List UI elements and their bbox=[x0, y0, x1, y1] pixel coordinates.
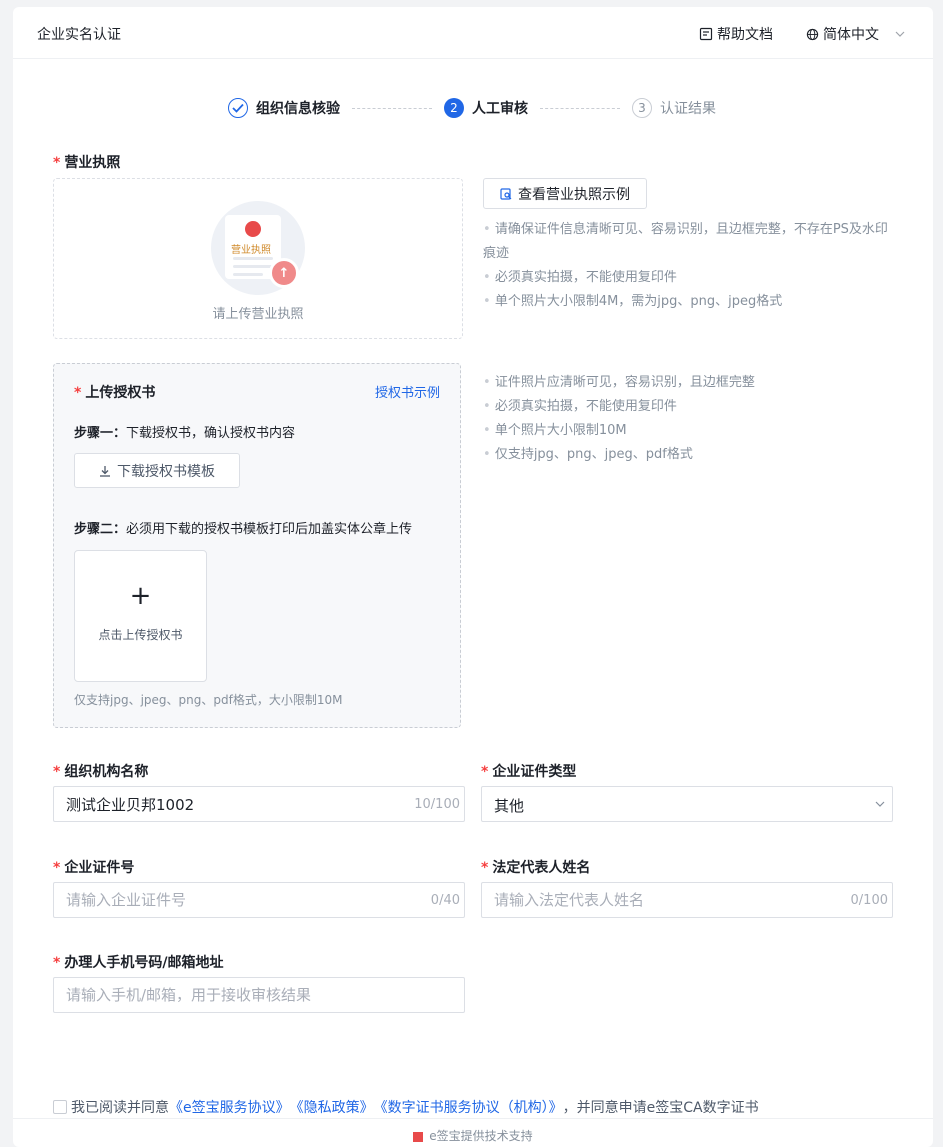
step-connector bbox=[540, 107, 620, 109]
step-label: 组织信息核验 bbox=[256, 101, 340, 117]
tip-item: 证件照片应清晰可见，容易识别，且边框完整 bbox=[483, 371, 893, 395]
step-manual-review: 2 人工审核 bbox=[444, 98, 528, 118]
page-header: 企业实名认证 帮助文档 简体中文 bbox=[13, 7, 933, 59]
chevron-down-icon bbox=[875, 801, 885, 807]
step-label: 人工审核 bbox=[472, 101, 528, 117]
authorization-upload-area[interactable]: + 点击上传授权书 bbox=[74, 550, 207, 682]
language-label: 简体中文 bbox=[823, 27, 879, 43]
privacy-policy-link[interactable]: 《隐私政策》 bbox=[290, 1097, 374, 1117]
agreement-row: 我已阅读并同意 《e签宝服务协议》 《隐私政策》 《数字证书服务协议（机构）》 … bbox=[53, 1097, 759, 1117]
tip-item: 必须真实拍摄，不能使用复印件 bbox=[483, 266, 893, 290]
authorization-tips: 证件照片应清晰可见，容易识别，且边框完整 必须真实拍摄，不能使用复印件 单个照片… bbox=[483, 371, 893, 467]
authorization-step2: 步骤二：必须用下载的授权书模板打印后加盖实体公章上传 bbox=[74, 522, 413, 537]
step-result: 3 认证结果 bbox=[632, 98, 716, 118]
document-icon bbox=[699, 27, 713, 41]
step-number: 2 bbox=[444, 98, 464, 118]
legal-rep-label: * 法定代表人姓名 bbox=[481, 860, 591, 876]
cert-type-value: 其他 bbox=[494, 797, 525, 815]
view-license-example-label: 查看营业执照示例 bbox=[518, 186, 630, 203]
page-title: 企业实名认证 bbox=[37, 27, 121, 43]
tip-item: 单个照片大小限制10M bbox=[483, 419, 893, 443]
chevron-down-icon bbox=[895, 31, 905, 37]
cert-type-label: * 企业证件类型 bbox=[481, 764, 577, 780]
legal-rep-input[interactable] bbox=[482, 883, 892, 917]
upload-cloud-icon: ↑ bbox=[269, 258, 299, 288]
cert-no-label: * 企业证件号 bbox=[53, 860, 135, 876]
esign-logo-icon bbox=[413, 1131, 424, 1142]
authorization-format-note: 仅支持jpg、jpeg、png、pdf格式，大小限制10M bbox=[74, 693, 343, 707]
step-org-verify: 组织信息核验 bbox=[228, 98, 340, 118]
tip-item: 请确保证件信息清晰可见、容易识别，且边框完整，不存在PS及水印痕迹 bbox=[483, 218, 893, 266]
license-upload-caption: 请上传营业执照 bbox=[212, 307, 304, 322]
cert-type-select[interactable]: 其他 bbox=[481, 786, 893, 822]
org-name-label: * 组织机构名称 bbox=[53, 764, 149, 780]
authorization-step1: 步骤一：下载授权书，确认授权书内容 bbox=[74, 426, 296, 441]
image-search-icon bbox=[500, 187, 512, 200]
view-license-example-button[interactable]: 查看营业执照示例 bbox=[483, 178, 647, 209]
download-template-label: 下载授权书模板 bbox=[117, 463, 215, 480]
help-docs-link[interactable]: 帮助文档 bbox=[699, 24, 773, 44]
authorization-section: * 上传授权书 授权书示例 步骤一：下载授权书，确认授权书内容 下载授权书模板 步… bbox=[53, 363, 461, 728]
check-icon bbox=[228, 98, 248, 118]
license-upload-icon: 营业执照 ↑ bbox=[211, 201, 305, 295]
download-icon bbox=[100, 465, 110, 477]
tip-item: 单个照片大小限制4M，需为jpg、png、jpeg格式 bbox=[483, 290, 893, 314]
service-agreement-link[interactable]: 《e签宝服务协议》 bbox=[169, 1097, 290, 1117]
language-selector[interactable]: 简体中文 bbox=[806, 24, 905, 44]
help-docs-label: 帮助文档 bbox=[717, 27, 773, 43]
license-icon-text: 营业执照 bbox=[231, 245, 271, 256]
agreement-prefix: 我已阅读并同意 bbox=[71, 1100, 169, 1116]
license-tips: 请确保证件信息清晰可见、容易识别，且边框完整，不存在PS及水印痕迹 必须真实拍摄… bbox=[483, 218, 893, 314]
tip-item: 必须真实拍摄，不能使用复印件 bbox=[483, 395, 893, 419]
char-count: 0/40 bbox=[430, 893, 460, 908]
authorization-example-link[interactable]: 授权书示例 bbox=[375, 382, 440, 401]
agreement-checkbox[interactable] bbox=[53, 1100, 67, 1114]
footer-text: e签宝提供技术支持 bbox=[429, 1129, 533, 1143]
legal-rep-field[interactable]: 0/100 bbox=[481, 882, 893, 918]
char-count: 10/100 bbox=[414, 797, 460, 812]
cert-no-input[interactable] bbox=[54, 883, 464, 917]
contact-input[interactable] bbox=[54, 978, 464, 1012]
org-name-field[interactable]: 10/100 bbox=[53, 786, 465, 822]
progress-steps: 组织信息核验 2 人工审核 3 认证结果 bbox=[228, 97, 716, 119]
agreement-suffix: ，并同意申请e签宝CA数字证书 bbox=[562, 1100, 759, 1116]
cert-no-field[interactable]: 0/40 bbox=[53, 882, 465, 918]
download-template-button[interactable]: 下载授权书模板 bbox=[74, 453, 240, 488]
org-name-input[interactable] bbox=[54, 787, 464, 821]
step-label: 认证结果 bbox=[660, 101, 716, 117]
emblem-icon bbox=[245, 221, 261, 237]
license-upload-area[interactable]: 营业执照 ↑ 请上传营业执照 bbox=[53, 178, 463, 339]
globe-icon bbox=[806, 28, 819, 40]
plus-icon: + bbox=[129, 581, 152, 611]
char-count: 0/100 bbox=[850, 893, 888, 908]
contact-field[interactable] bbox=[53, 977, 465, 1013]
step-connector bbox=[352, 107, 432, 109]
authorization-label: * 上传授权书 bbox=[74, 385, 156, 401]
license-label: * 营业执照 bbox=[53, 155, 121, 171]
authorization-upload-caption: 点击上传授权书 bbox=[98, 628, 183, 642]
digital-cert-agreement-link[interactable]: 《数字证书服务协议（机构）》 bbox=[374, 1097, 563, 1117]
tip-item: 仅支持jpg、png、jpeg、pdf格式 bbox=[483, 443, 893, 467]
main-card: 企业实名认证 帮助文档 简体中文 组织信息核验 2 人工审核 3 认证结果 * 营… bbox=[13, 7, 933, 1147]
footer-divider bbox=[13, 1118, 933, 1119]
contact-label: * 办理人手机号码/邮箱地址 bbox=[53, 955, 224, 971]
step-number: 3 bbox=[632, 98, 652, 118]
